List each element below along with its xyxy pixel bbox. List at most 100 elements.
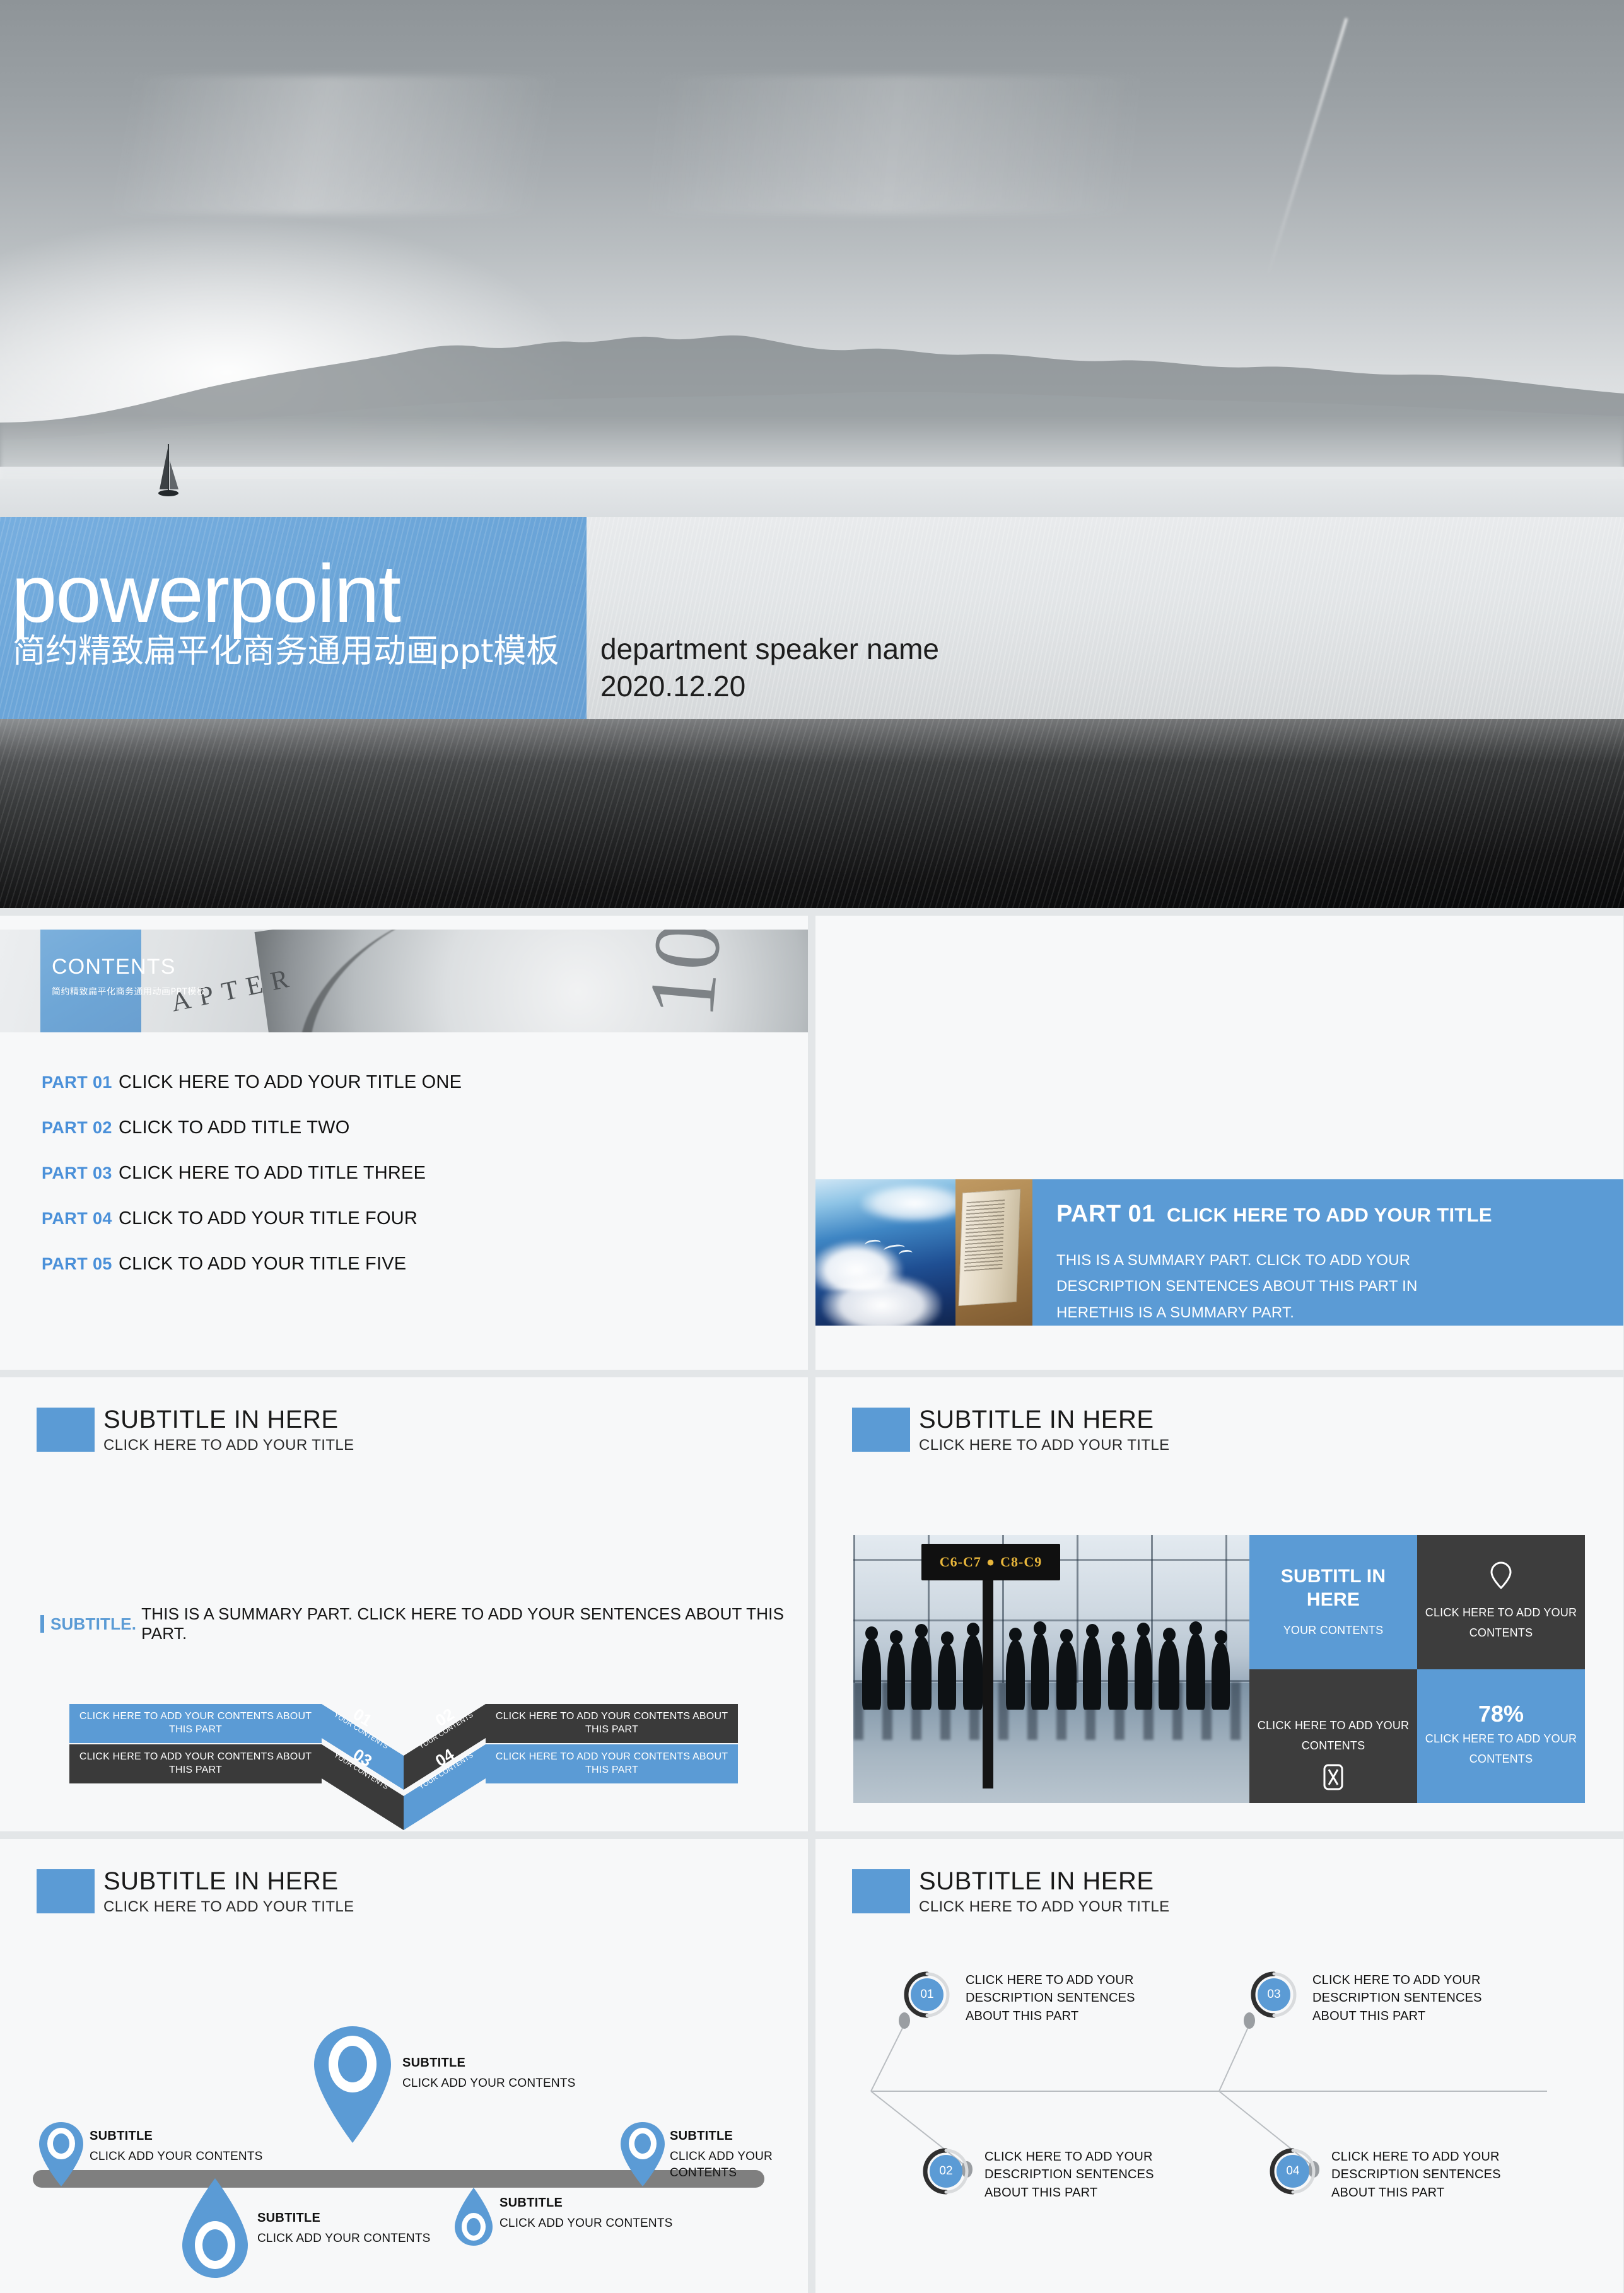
slide-deck-preview: powerpoint 简约精致扁平化商务通用动画ppt模板 department… [0,0,1624,2293]
part01-text-panel: PART 01 CLICK HERE TO ADD YOUR TITLE THI… [1032,1179,1623,1326]
column-gap [808,916,815,1370]
row-gap [0,908,1624,916]
pin-body: CLICK ADD YOUR CONTENTS [670,2150,773,2179]
tile-body: CLICK HERE TO ADD YOUR CONTENTS [1257,1719,1410,1752]
part01-body-text: THIS IS A SUMMARY PART. CLICK TO ADD YOU… [1056,1252,1418,1321]
summary-accent-bar [40,1615,44,1633]
tile-location[interactable]: CLICK HERE TO ADD YOUR CONTENTS [1417,1535,1585,1669]
slide-title-cover: powerpoint 简约精致扁平化商务通用动画ppt模板 department… [0,0,1624,908]
chevron-panel-04[interactable]: CLICK HERE TO ADD YOUR CONTENTS ABOUT TH… [486,1744,738,1783]
pin-title: SUBTITLE [257,2211,321,2225]
header-title: SUBTITLE IN HERE [103,1867,339,1895]
header-title: SUBTITLE IN HERE [919,1406,1154,1433]
header-blue-square [852,1408,910,1452]
pin-title: SUBTITLE [402,2056,466,2070]
watch-number-text: 10 [628,930,742,1022]
contents-part-title: CLICK TO ADD TITLE TWO [119,1117,350,1138]
node-text: CLICK HERE TO ADD YOUR DESCRIPTION SENTE… [1331,2150,1501,2200]
node-number: 01 [920,1988,934,2001]
contents-part-label: PART 03 [42,1164,112,1182]
list-item[interactable]: PART 05 CLICK TO ADD YOUR TITLE FIVE [42,1254,761,1275]
contents-banner-photo: APTER 10 CONTENTS 简约精致扁平化商务通用动画PPT模板 [0,930,808,1032]
info-tile-grid: SUBTITL IN HERE YOUR CONTENTS CLICK HERE… [1249,1535,1585,1803]
list-item[interactable]: PART 03 CLICK HERE TO ADD TITLE THREE [42,1163,761,1184]
open-book-photo [955,1179,1032,1326]
tile-percent-value: 78% [1478,1701,1524,1727]
header-subtitle: CLICK HERE TO ADD YOUR TITLE [919,1437,1170,1454]
slide-part01-divider: PART 01 CLICK HERE TO ADD YOUR TITLE THI… [815,916,1623,1370]
node-number: 04 [1286,2164,1300,2178]
slide-contents: APTER 10 CONTENTS 简约精致扁平化商务通用动画PPT模板 PAR… [0,916,808,1370]
node-ring-04: 04 [1270,2148,1316,2195]
slide-header: SUBTITLE IN HERE CLICK HERE TO ADD YOUR … [37,1407,354,1456]
list-item[interactable]: PART 01 CLICK HERE TO ADD YOUR TITLE ONE [42,1072,761,1093]
aerial-ocean-photo [815,1179,955,1326]
node-number: 03 [1267,1988,1281,2001]
column-gap [808,1377,815,1831]
tile-hourglass[interactable]: CLICK HERE TO ADD YOUR CONTENTS [1249,1669,1417,1803]
node-01[interactable]: 01 CLICK HERE TO ADD YOUR DESCRIPTION SE… [904,1971,1135,2025]
map-pin-1[interactable] [37,2120,86,2192]
gate-sign-right: C8-C9 [1000,1554,1043,1570]
airport-terminal-photo: C6-C7 ● C8-C9 [853,1535,1249,1803]
list-item[interactable]: PART 04 CLICK TO ADD YOUR TITLE FOUR [42,1208,761,1229]
pin-body: CLICK ADD YOUR CONTENTS [90,2150,263,2163]
list-item[interactable]: PART 02 CLICK TO ADD TITLE TWO [42,1117,761,1138]
node-ring-03: 03 [1251,1971,1297,2018]
part01-band: PART 01 CLICK HERE TO ADD YOUR TITLE THI… [815,1179,1623,1326]
slide-numbered-nodes: SUBTITLE IN HERE CLICK HERE TO ADD YOUR … [815,1839,1623,2293]
slide-chevrons: SUBTITLE IN HERE CLICK HERE TO ADD YOUR … [0,1377,808,1831]
pin-title: SUBTITLE [670,2129,733,2143]
chevron-panel-01[interactable]: CLICK HERE TO ADD YOUR CONTENTS ABOUT TH… [69,1704,322,1743]
node-ring-01: 01 [904,1971,950,2018]
cover-chinese-subtitle: 简约精致扁平化商务通用动画ppt模板 [13,633,559,670]
tile-subtitle[interactable]: SUBTITL IN HERE YOUR CONTENTS [1249,1535,1417,1669]
tile-body: CLICK HERE TO ADD YOUR CONTENTS [1425,1732,1577,1765]
node-text: CLICK HERE TO ADD YOUR DESCRIPTION SENTE… [1312,1973,1482,2023]
map-pin-1-text: SUBTITLE CLICK ADD YOUR CONTENTS [90,2129,263,2165]
node-03[interactable]: 03 CLICK HERE TO ADD YOUR DESCRIPTION SE… [1251,1971,1482,2025]
map-pin-diagram: SUBTITLE CLICK ADD YOUR CONTENTS SUBTITL… [0,2026,808,2280]
slide-map-pins: SUBTITLE IN HERE CLICK HERE TO ADD YOUR … [0,1839,808,2293]
dark-water-band [0,719,1624,908]
map-pin-5[interactable] [453,2186,494,2252]
map-pin-2-text: SUBTITLE CLICK ADD YOUR CONTENTS [402,2056,576,2092]
row-gap [0,1831,1624,1839]
cloud-shape [861,1184,955,1222]
location-pin-icon [314,2026,391,2143]
node-text: CLICK HERE TO ADD YOUR DESCRIPTION SENTE… [966,1973,1135,2023]
cover-speaker-name: department speaker name [600,633,939,665]
map-pin-5-text: SUBTITLE CLICK ADD YOUR CONTENTS [499,2196,673,2232]
traveller-silhouettes [860,1621,1244,1710]
location-pin-icon [1489,1561,1513,1593]
map-pin-2[interactable] [310,2023,395,2150]
cloud-wisps [0,76,1624,214]
pin-body: CLICK ADD YOUR CONTENTS [499,2217,673,2230]
hourglass-icon [1323,1763,1344,1794]
map-pin-4[interactable] [180,2176,250,2285]
column-gap [808,1839,815,2293]
contents-part-label: PART 05 [42,1254,112,1273]
chevron-panel-03[interactable]: CLICK HERE TO ADD YOUR CONTENTS ABOUT TH… [69,1744,322,1783]
node-04[interactable]: 04 CLICK HERE TO ADD YOUR DESCRIPTION SE… [1270,2148,1501,2202]
contents-part-title: CLICK TO ADD YOUR TITLE FIVE [119,1254,407,1274]
cover-speaker-block: department speaker name 2020.12.20 [600,631,939,705]
gate-sign-board: C6-C7 ● C8-C9 [921,1544,1060,1580]
node-02[interactable]: 02 CLICK HERE TO ADD YOUR DESCRIPTION SE… [923,2148,1154,2202]
title-blue-block: powerpoint 简约精致扁平化商务通用动画ppt模板 [0,517,587,719]
chevron-panel-02[interactable]: CLICK HERE TO ADD YOUR CONTENTS ABOUT TH… [486,1704,738,1743]
contents-part-title: CLICK HERE TO ADD TITLE THREE [119,1163,426,1183]
header-blue-square [37,1408,95,1452]
location-pin-icon [182,2178,248,2278]
pin-title: SUBTITLE [499,2196,563,2210]
map-pin-3[interactable] [618,2120,667,2192]
gate-sign-left: C6-C7 [939,1554,981,1570]
chevron-row-top: CLICK HERE TO ADD YOUR CONTENTS ABOUT TH… [69,1704,738,1790]
sailboat-silhouette [158,444,178,496]
chevron-row-bottom: CLICK HERE TO ADD YOUR CONTENTS ABOUT TH… [69,1744,738,1830]
part01-title: CLICK HERE TO ADD YOUR TITLE [1166,1204,1492,1226]
tile-body: CLICK HERE TO ADD YOUR CONTENTS [1425,1606,1577,1639]
tile-percentage[interactable]: 78% CLICK HERE TO ADD YOUR CONTENTS [1417,1669,1585,1803]
contents-blue-overlay [40,930,141,1032]
contents-part-label: PART 01 [42,1073,112,1092]
